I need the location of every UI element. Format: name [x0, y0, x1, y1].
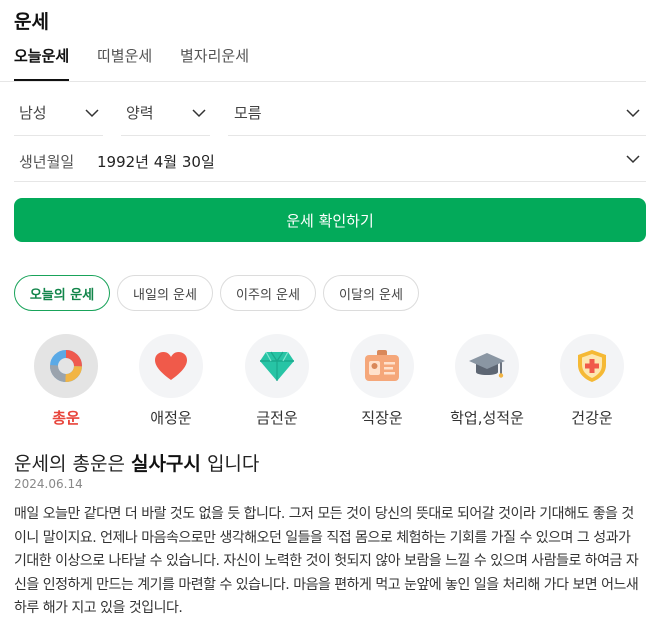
chevron-down-icon: [85, 108, 99, 117]
heart-icon: [155, 352, 187, 380]
page-title: 운세: [14, 11, 49, 33]
birth-time-select[interactable]: 모름: [228, 90, 646, 136]
donut-chart-icon: [50, 350, 82, 382]
category-study[interactable]: 학업,성적운: [437, 334, 537, 428]
check-fortune-button[interactable]: 운세 확인하기: [14, 198, 646, 242]
category-money-label: 금전운: [256, 409, 298, 427]
birth-date-label: 생년월일: [19, 153, 75, 171]
category-career-label: 직장운: [361, 409, 403, 427]
graduation-cap-icon: [469, 353, 505, 378]
category-career[interactable]: 직장운: [332, 334, 432, 428]
tab-star-sign-fortune[interactable]: 별자리운세: [180, 45, 249, 79]
tab-today-fortune[interactable]: 오늘운세: [14, 45, 70, 81]
category-health-label: 건강운: [571, 409, 613, 427]
gender-select[interactable]: 남성: [14, 90, 103, 136]
chevron-down-icon: [626, 108, 640, 117]
calendar-type-value: 양력: [126, 104, 154, 122]
gem-icon: [260, 351, 294, 381]
chip-week-fortune[interactable]: 이주의 운세: [220, 275, 316, 311]
birth-time-value: 모름: [234, 104, 262, 122]
category-health[interactable]: 건강운: [542, 334, 642, 428]
health-shield-icon: [578, 350, 606, 382]
gender-value: 남성: [19, 104, 47, 122]
category-money-icon-circle: [245, 334, 309, 398]
category-overall-icon-circle: [34, 334, 98, 398]
category-health-icon-circle: [560, 334, 624, 398]
category-love-label: 애정운: [150, 409, 192, 427]
category-love-icon-circle: [139, 334, 203, 398]
category-study-icon-circle: [455, 334, 519, 398]
id-badge-icon: [365, 350, 399, 381]
chip-today-fortune[interactable]: 오늘의 운세: [14, 275, 110, 311]
fortune-date: 2024.06.14: [14, 477, 83, 491]
calendar-type-select[interactable]: 양력: [121, 90, 210, 136]
fortune-tabs: 오늘운세 띠별운세 별자리운세: [0, 40, 646, 82]
birth-date-value[interactable]: 1992년 4월 30일: [97, 151, 215, 172]
chevron-down-icon: [626, 154, 640, 163]
fortune-result-heading: 운세의 총운은 실사구시 입니다: [14, 449, 259, 476]
category-study-label: 학업,성적운: [450, 409, 524, 427]
category-overall[interactable]: 총운: [16, 334, 116, 428]
chevron-down-icon: [192, 108, 206, 117]
category-love[interactable]: 애정운: [121, 334, 221, 428]
tab-zodiac-animal-fortune[interactable]: 띠별운세: [97, 45, 152, 79]
category-career-icon-circle: [350, 334, 414, 398]
category-money[interactable]: 금전운: [227, 334, 327, 428]
category-overall-label: 총운: [52, 409, 80, 427]
fortune-result-prefix: 운세의 총운은: [14, 453, 125, 475]
chip-month-fortune[interactable]: 이달의 운세: [323, 275, 419, 311]
fortune-keyword: 실사구시: [130, 453, 201, 475]
fortune-result-suffix: 입니다: [206, 453, 260, 475]
fortune-description: 매일 오늘만 같다면 더 바랄 것도 없을 듯 합니다. 그저 모든 것이 당신…: [14, 506, 639, 616]
chip-tomorrow-fortune[interactable]: 내일의 운세: [117, 275, 213, 311]
